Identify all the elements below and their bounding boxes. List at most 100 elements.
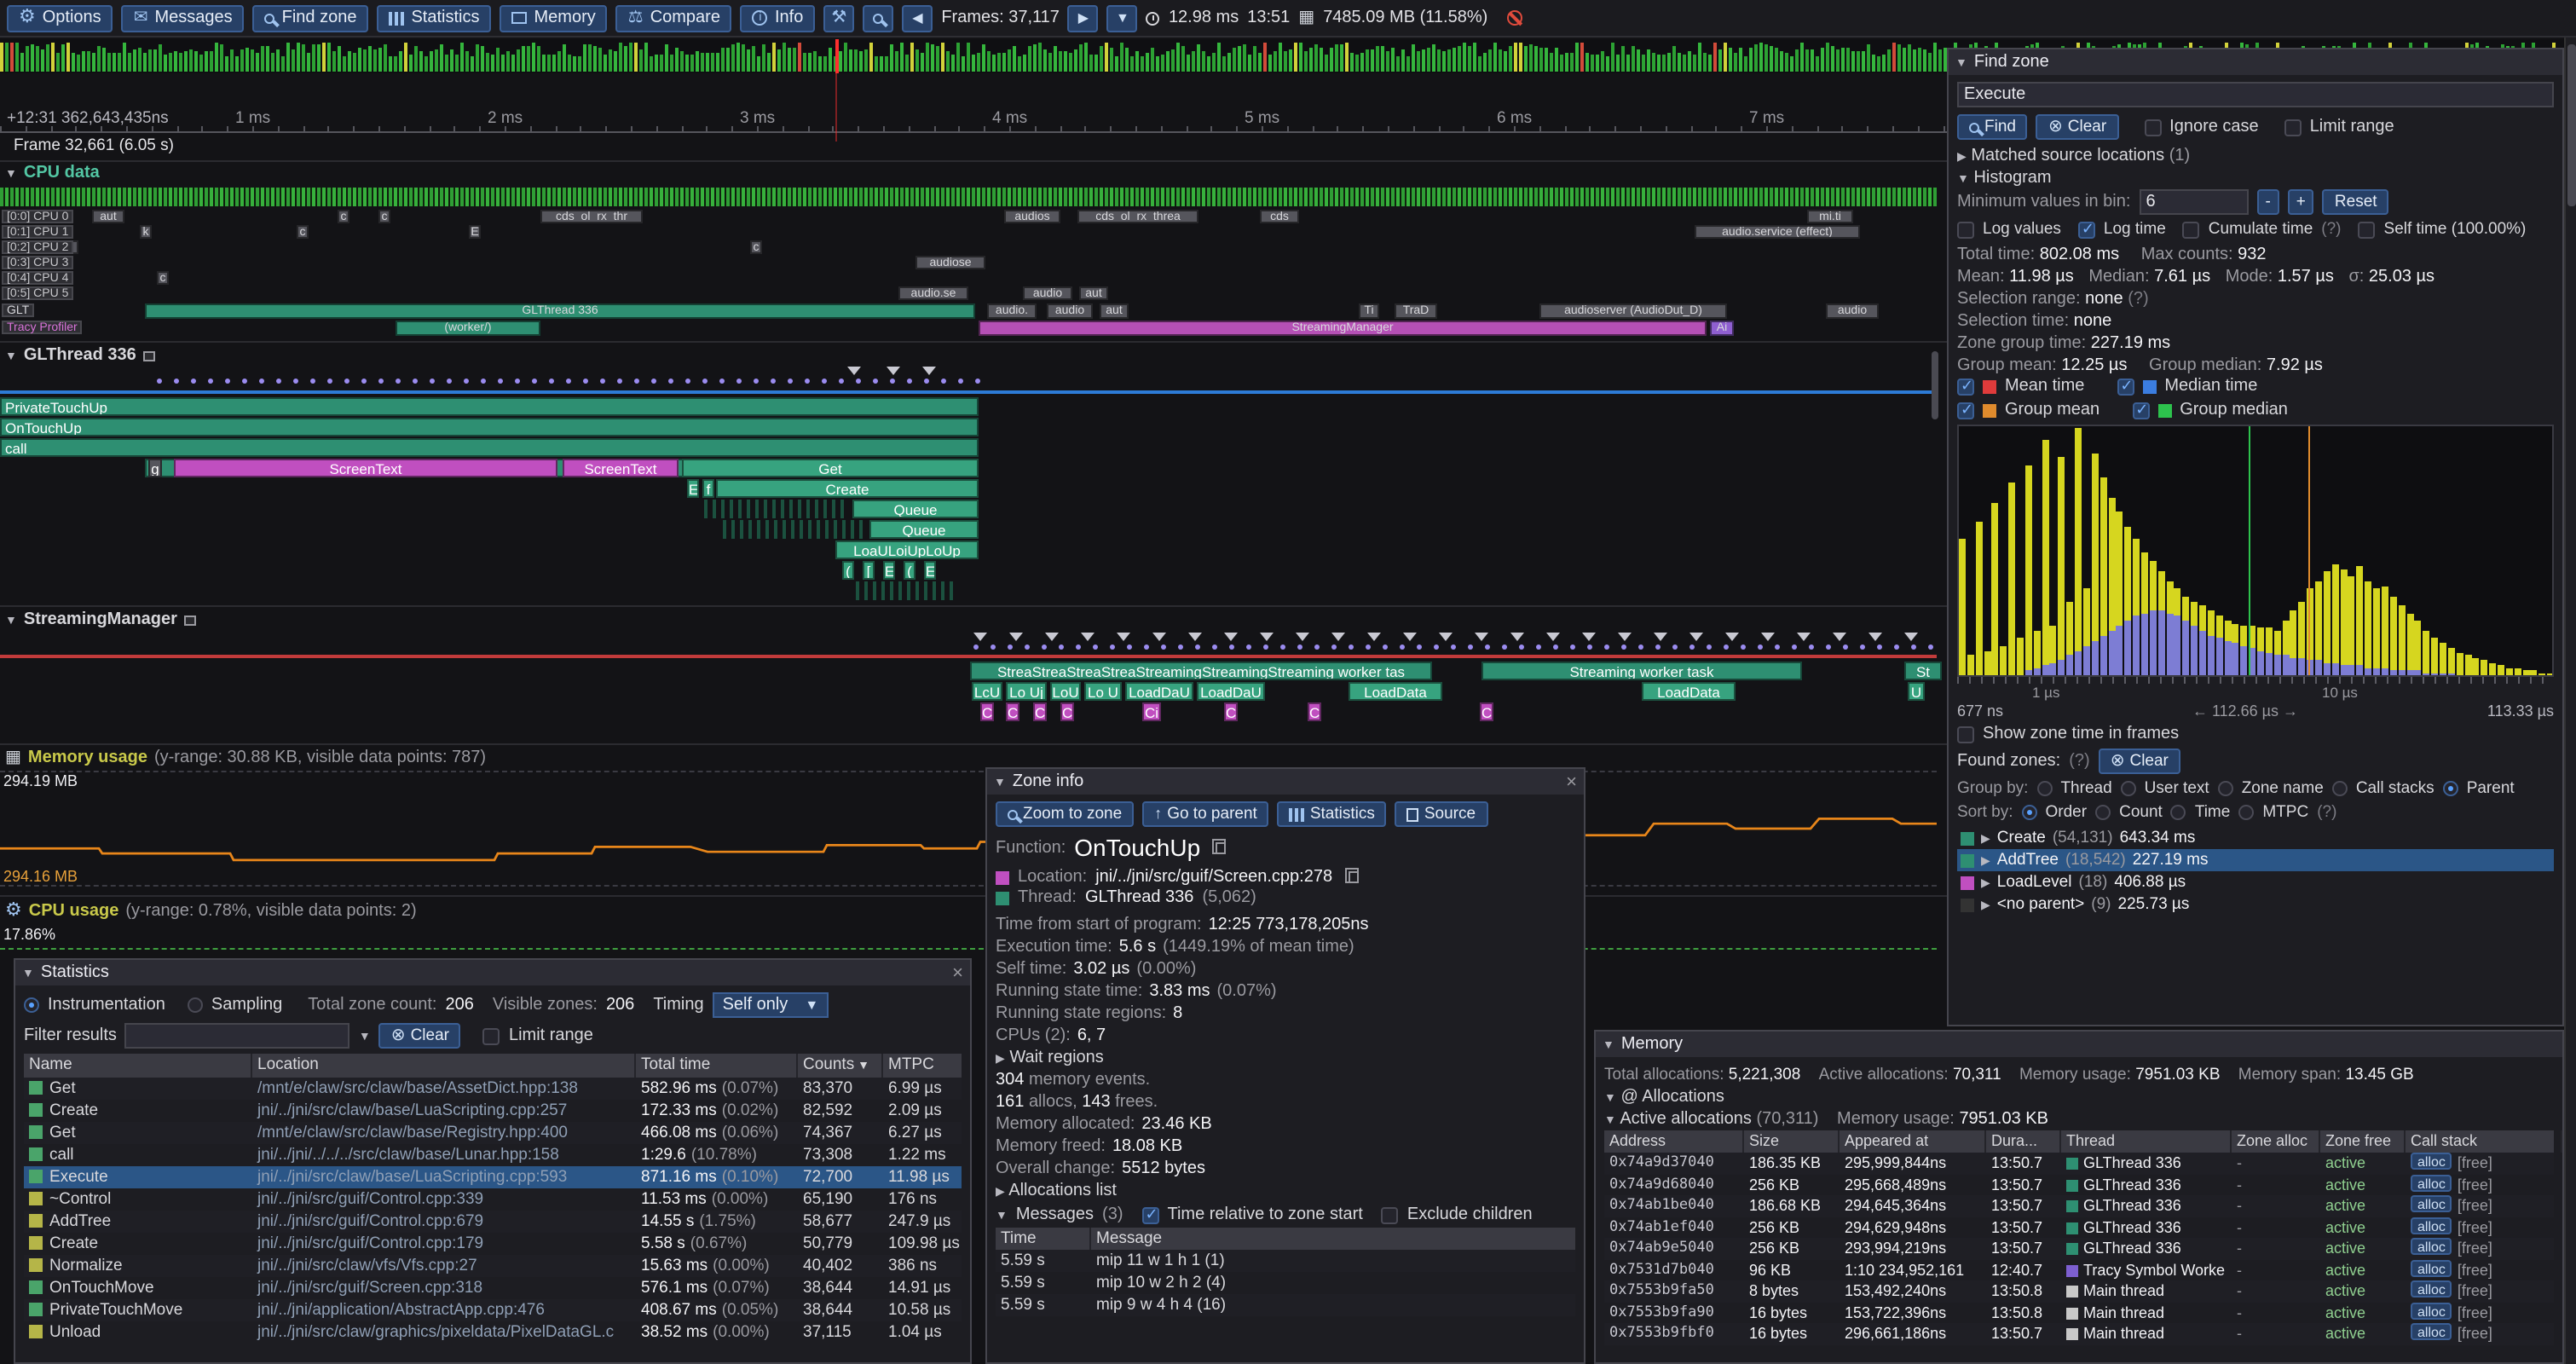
collapse-mark-icon[interactable] [887,367,900,375]
zone-fragment[interactable] [950,581,953,600]
frame-bar[interactable] [1151,48,1154,72]
timeline-zone[interactable]: Lo U [1084,682,1122,701]
frame-bar[interactable] [0,43,3,72]
frame-bar[interactable] [1253,46,1256,72]
timing-dropdown[interactable]: Self only [713,992,829,1018]
frame-bar[interactable] [419,51,423,72]
frame-bar[interactable] [1294,43,1297,72]
timeline-zone[interactable]: ScreenText [563,459,679,477]
frame-bar[interactable] [1744,56,1747,72]
frame-bar[interactable] [51,43,55,72]
frame-bar[interactable] [1054,46,1057,72]
frame-bar[interactable] [1857,51,1860,72]
zone-fragment[interactable] [832,500,835,518]
zone-fragment[interactable] [834,520,837,539]
zone-fragment[interactable] [881,581,885,600]
collapse-mark-icon[interactable] [1689,633,1703,641]
zone-fragment[interactable] [783,520,786,539]
compare-button[interactable]: Compare [616,4,732,32]
frame-bar[interactable] [706,53,709,72]
collapse-mark-icon[interactable] [1367,633,1381,641]
memory-allocation-row[interactable]: 0x7531d7b04096 KB1:10 234,952,16112:40.7… [1604,1259,2554,1280]
frame-bar[interactable] [1187,55,1190,72]
frame-bar[interactable] [1903,48,1906,72]
frame-bar[interactable] [1217,43,1221,72]
timeline-zone[interactable]: Queue [852,500,979,518]
frame-bar[interactable] [1478,56,1481,72]
timeline-zone[interactable]: C [1033,702,1047,721]
frame-bar[interactable] [731,44,735,72]
frame-bar[interactable] [1483,53,1487,72]
frame-bar[interactable] [159,44,162,72]
close-icon[interactable] [952,962,963,983]
memory-usage-header[interactable]: Memory usage (y-range: 30.88 KB, visible… [5,748,486,767]
frame-bar[interactable] [266,46,269,72]
frame-bar[interactable] [1524,46,1528,72]
frame-bar[interactable] [665,44,668,72]
zone-fragment[interactable] [798,500,801,518]
memory-col-size[interactable]: Size [1744,1130,1840,1153]
frame-bar[interactable] [1059,51,1062,72]
timeline-zone[interactable]: Streaming worker task [1481,662,1802,680]
frame-bar[interactable] [1340,44,1343,72]
timeline-zone[interactable]: [ [863,561,875,580]
zone-fragment[interactable] [791,520,794,539]
frame-bar[interactable] [1657,55,1661,72]
frame-bar[interactable] [1166,51,1170,72]
frame-bar[interactable] [992,55,996,72]
frame-bar[interactable] [1626,55,1630,72]
frame-bar[interactable] [1268,55,1272,72]
frame-bar[interactable] [1130,56,1134,72]
zone-fragment[interactable] [817,520,820,539]
frame-bar[interactable] [1417,51,1420,72]
frame-bar[interactable] [169,53,172,72]
frame-bar[interactable] [736,43,740,72]
frame-bar[interactable] [977,53,980,72]
clear-search-button[interactable]: Clear [2036,114,2118,140]
frame-bar[interactable] [1401,49,1405,72]
next-frame-button[interactable] [1068,4,1099,32]
cpu-zone[interactable]: c [338,210,349,223]
frame-bar[interactable] [1488,49,1492,72]
frame-bar[interactable] [1048,53,1052,72]
frame-bar[interactable] [547,55,551,72]
frame-bar[interactable] [762,44,765,72]
timeline-zone[interactable]: f [702,479,714,498]
collapse-mark-icon[interactable] [1475,633,1488,641]
frame-bar[interactable] [1212,53,1216,72]
frame-bar[interactable] [1652,53,1655,72]
frame-bar[interactable] [1519,43,1522,72]
frame-bar[interactable] [1222,56,1226,72]
frame-bar[interactable] [1499,49,1502,72]
timeline-zone[interactable]: ScreenText [174,459,557,477]
frame-bar[interactable] [36,46,39,72]
alloc-callstack-button[interactable]: alloc [2411,1195,2452,1212]
cpu-zone[interactable]: aut [92,210,124,223]
frame-bar[interactable] [921,53,924,72]
frame-bar[interactable] [1908,44,1911,72]
close-icon[interactable] [1566,772,1577,792]
frame-bar[interactable] [1539,48,1543,72]
tools-button[interactable] [823,4,854,32]
frame-bar[interactable] [496,48,500,72]
limit-range-checkbox[interactable] [2284,118,2302,136]
frame-bar[interactable] [1770,46,1773,72]
frame-bar[interactable] [215,43,218,72]
frame-bar[interactable] [1038,43,1042,72]
zone-fragment[interactable] [856,581,859,600]
frame-bar[interactable] [757,56,760,72]
cpu-thread-zone[interactable]: TraD [1395,303,1437,319]
zone-fragment[interactable] [907,581,910,600]
frame-bar[interactable] [1601,51,1604,72]
frame-bar[interactable] [317,44,321,72]
frame-bar[interactable] [312,44,315,72]
frame-bar[interactable] [588,44,592,72]
frame-bar[interactable] [685,55,689,72]
frame-bar[interactable] [276,49,280,72]
zone-fragment[interactable] [898,581,902,600]
message-row[interactable]: 5.59 smip 9 w 4 h 4 (16) [996,1294,1575,1316]
frame-bar[interactable] [1800,43,1804,72]
frame-bar[interactable] [1227,53,1231,72]
frame-bar[interactable] [568,55,571,72]
frame-bar[interactable] [1672,46,1676,72]
